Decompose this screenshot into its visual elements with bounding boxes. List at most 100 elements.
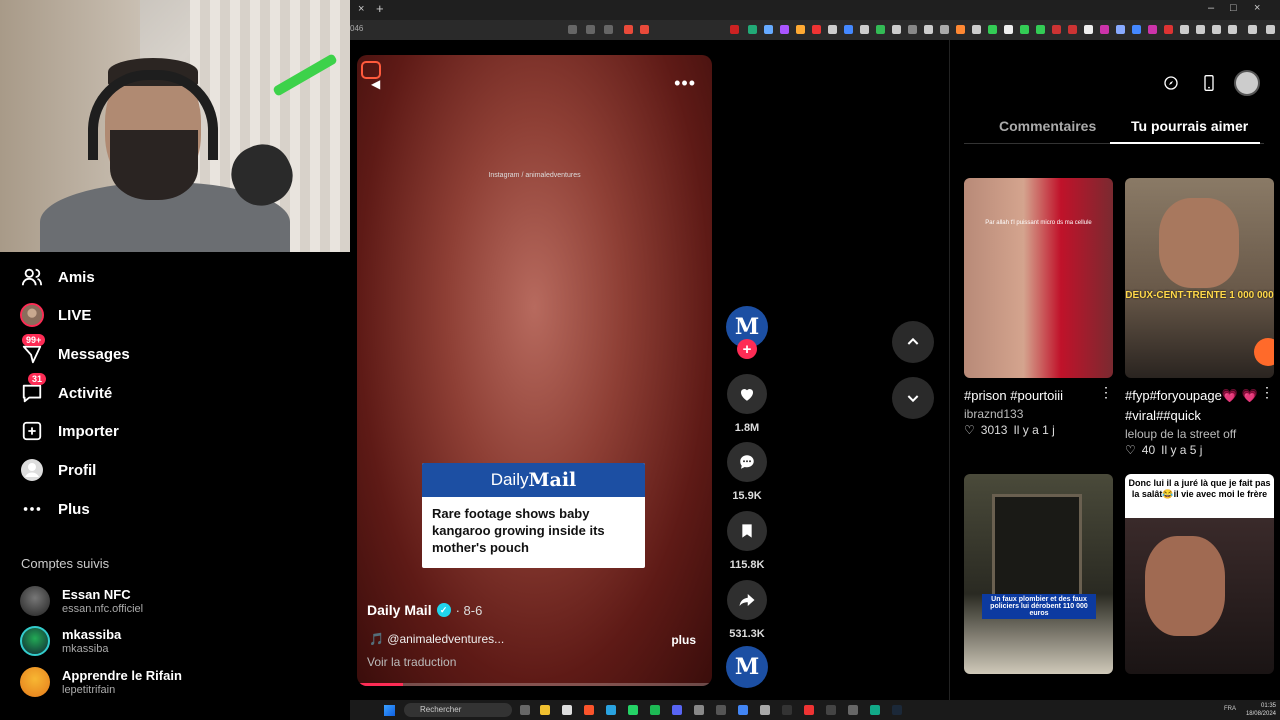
sound-icon[interactable]: ◀	[371, 77, 380, 91]
brave-browser-icon[interactable]	[584, 705, 594, 715]
extension-icon[interactable]	[1084, 25, 1093, 34]
phone-icon[interactable]	[1196, 70, 1222, 96]
comment-button[interactable]: 15.9K	[726, 442, 768, 502]
settings-icon[interactable]	[848, 705, 858, 715]
extension-icon[interactable]	[1020, 25, 1029, 34]
compass-icon[interactable]	[1158, 70, 1184, 96]
nav-item-live[interactable]: LIVE	[20, 300, 91, 330]
telegram-icon[interactable]	[606, 705, 616, 715]
translate-link[interactable]: Voir la traduction	[367, 655, 456, 669]
card-more-button[interactable]: ⋮	[1099, 384, 1113, 401]
app-icon[interactable]	[694, 705, 704, 715]
tab-close-button[interactable]: ×	[358, 3, 364, 15]
spotify-icon[interactable]	[650, 705, 660, 715]
extension-icon[interactable]	[1004, 25, 1013, 34]
warning-icon[interactable]	[640, 25, 649, 34]
extensions-puzzle-icon[interactable]	[1180, 25, 1189, 34]
video-progress-bar[interactable]	[357, 683, 712, 686]
discord-icon[interactable]	[672, 705, 682, 715]
suggested-video-card[interactable]: Donc lui il a juré là que je fait pas la…	[1125, 474, 1274, 674]
zoom-icon[interactable]	[604, 25, 613, 34]
extension-icon[interactable]	[892, 25, 901, 34]
app-icon[interactable]	[782, 705, 792, 715]
extension-icon[interactable]	[908, 25, 917, 34]
url-field[interactable]: 046	[350, 24, 363, 33]
previous-video-button[interactable]	[892, 321, 934, 363]
extension-icon[interactable]	[748, 25, 757, 34]
tab-comments[interactable]: Commentaires	[999, 118, 1096, 134]
nav-item-profile[interactable]: Profil	[20, 455, 96, 485]
extension-icon[interactable]	[764, 25, 773, 34]
extension-icon[interactable]	[1212, 25, 1221, 34]
app-icon[interactable]	[562, 705, 572, 715]
more-options-button[interactable]: •••	[674, 73, 696, 94]
extension-icon[interactable]	[828, 25, 837, 34]
brave-shield-icon[interactable]	[624, 25, 633, 34]
extension-icon[interactable]	[988, 25, 997, 34]
tab-suggested[interactable]: Tu pourrais aimer	[1131, 118, 1248, 134]
video-author[interactable]: Daily Mail ✓ · 8-6	[367, 602, 482, 618]
card-more-button[interactable]: ⋮	[1260, 384, 1274, 401]
nav-item-activity[interactable]: 31 Activité	[20, 373, 112, 408]
app-icon[interactable]	[804, 705, 814, 715]
window-minimize-button[interactable]: –	[1208, 2, 1214, 14]
whatsapp-icon[interactable]	[628, 705, 638, 715]
suggested-video-card[interactable]: Par allah t'l puissant micro ds ma cellu…	[964, 178, 1113, 437]
app-icon[interactable]	[826, 705, 836, 715]
suggested-video-card[interactable]: DEUX-CENT-TRENTE 1 000 000 #fyp#foryoupa…	[1125, 178, 1274, 457]
extension-icon[interactable]	[860, 25, 869, 34]
profile-avatar-icon[interactable]	[1234, 70, 1260, 96]
extension-icon[interactable]	[1068, 25, 1077, 34]
window-maximize-button[interactable]: □	[1230, 2, 1237, 14]
extension-icon[interactable]	[568, 25, 577, 34]
task-view-icon[interactable]	[520, 705, 530, 715]
save-button[interactable]: 115.8K	[726, 511, 768, 571]
followed-account[interactable]: Apprendre le Rifain lepetitrifain	[20, 666, 182, 698]
expand-description-button[interactable]: plus	[671, 633, 696, 647]
menu-icon[interactable]	[1266, 25, 1275, 34]
extension-icon[interactable]	[1116, 25, 1125, 34]
file-explorer-icon[interactable]	[540, 705, 550, 715]
music-label[interactable]: 🎵 @animaledventures...	[369, 632, 504, 646]
steam-icon[interactable]	[892, 705, 902, 715]
followed-account[interactable]: Essan NFC essan.nfc.officiel	[20, 585, 143, 617]
extension-icon[interactable]	[1228, 25, 1237, 34]
windows-start-icon[interactable]	[384, 705, 395, 716]
next-video-button[interactable]	[892, 377, 934, 419]
extension-icon[interactable]	[586, 25, 595, 34]
suggested-video-card[interactable]: Un faux plombier et des faux policiers l…	[964, 474, 1113, 674]
sound-creator-avatar[interactable]: M	[726, 646, 768, 688]
follow-button[interactable]: +	[737, 339, 757, 359]
extension-icon[interactable]	[940, 25, 949, 34]
extension-icon[interactable]	[876, 25, 885, 34]
extension-icon[interactable]	[1164, 25, 1173, 34]
extension-icon[interactable]	[1052, 25, 1061, 34]
extension-icon[interactable]	[812, 25, 821, 34]
nav-item-more[interactable]: Plus	[20, 494, 90, 524]
extension-icon[interactable]	[796, 25, 805, 34]
share-button[interactable]: 531.3K	[726, 580, 768, 640]
nav-item-friends[interactable]: Amis	[20, 262, 95, 292]
app-icon[interactable]	[760, 705, 770, 715]
extension-icon[interactable]	[1148, 25, 1157, 34]
like-button[interactable]: 1.8M	[726, 374, 768, 434]
taskbar-search[interactable]: Rechercher	[404, 703, 512, 717]
app-icon[interactable]	[870, 705, 880, 715]
nav-item-messages[interactable]: 99+ Messages	[20, 334, 130, 369]
extension-icon[interactable]	[844, 25, 853, 34]
extension-icon[interactable]	[1132, 25, 1141, 34]
chrome-icon[interactable]	[738, 705, 748, 715]
extension-icon[interactable]	[1100, 25, 1109, 34]
extension-icon[interactable]	[924, 25, 933, 34]
new-tab-button[interactable]: +	[376, 1, 384, 16]
extension-icon[interactable]	[1196, 25, 1205, 34]
video-player[interactable]: ◀ ••• Instagram / animaledventures Daily…	[357, 55, 712, 686]
window-close-button[interactable]: ×	[1254, 2, 1260, 14]
extension-icon[interactable]	[972, 25, 981, 34]
extension-icon[interactable]	[730, 25, 739, 34]
system-clock[interactable]: 01:35 18/08/2024	[1246, 702, 1276, 718]
keyboard-language[interactable]: FRA	[1224, 706, 1236, 712]
nav-item-upload[interactable]: Importer	[20, 416, 119, 446]
app-icon[interactable]	[716, 705, 726, 715]
extension-icon[interactable]	[1248, 25, 1257, 34]
